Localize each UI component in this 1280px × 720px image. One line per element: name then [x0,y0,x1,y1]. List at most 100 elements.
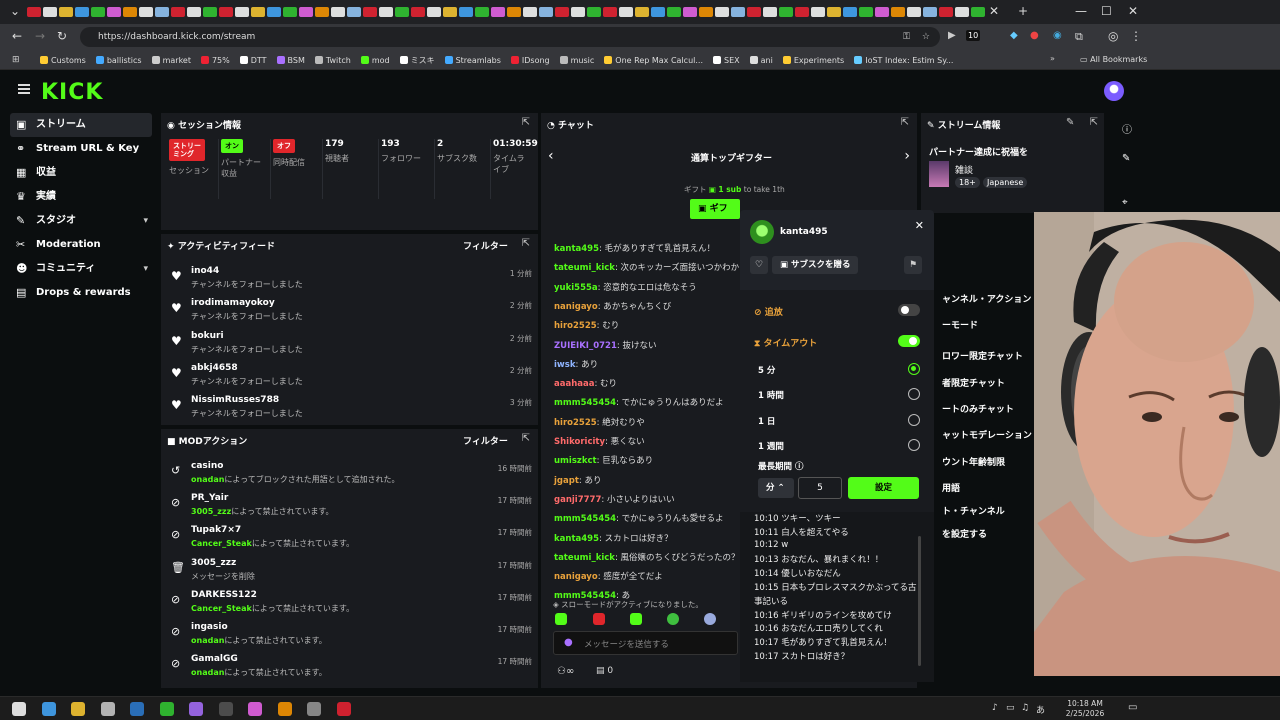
apps-grid-icon[interactable]: ⊞ [12,55,20,65]
back-icon[interactable]: ← [12,29,22,43]
tab-favicon[interactable] [843,7,857,17]
bookmark-item[interactable]: market [151,56,191,65]
follower-name[interactable]: bokuri [191,331,224,341]
emote-icon[interactable] [555,613,567,625]
timeout-option-radio[interactable] [908,363,920,375]
moderator-name[interactable]: onadan [191,475,224,484]
activity-item[interactable]: ♥ abkj4658 チャンネルをフォローしました 2 分前 [171,363,532,391]
forward-icon[interactable]: → [35,29,45,43]
sidebar-item[interactable]: ✎ スタジオ ▾ [10,209,152,233]
tab-favicon[interactable] [763,7,777,17]
tab-favicon[interactable] [635,7,649,17]
tab-favicon[interactable] [299,7,313,17]
tab-favicon[interactable] [971,7,985,17]
unit-select[interactable]: 分 ⌃ [758,478,794,498]
tab-favicon[interactable] [427,7,441,17]
timeout-toggle[interactable] [898,335,920,347]
follower-name[interactable]: irodimamayokoy [191,298,275,308]
tab-favicon[interactable] [603,7,617,17]
tab-favicon[interactable] [523,7,537,17]
tab-favicon[interactable] [475,7,489,17]
tab-favicon[interactable] [907,7,921,17]
profile-icon[interactable]: ◎ [1108,29,1118,43]
tab-favicon[interactable] [267,7,281,17]
close-tab-icon[interactable]: ✕ [989,4,999,18]
minimize-icon[interactable]: — [1075,4,1087,18]
chat-username[interactable]: nanigayo [554,572,598,582]
key-icon[interactable]: ⚿ [903,27,910,47]
channel-action-item[interactable]: ャンネル・アクション [942,292,1031,305]
notification-icon[interactable]: ▭ [1128,702,1137,713]
chat-message[interactable]: tateumi_kick: 風俗嬢のちくびどうだったの？ [554,551,740,563]
close-icon[interactable]: ✕ [915,219,924,232]
sidebar-item[interactable]: ▤ Drops & rewards [10,281,152,305]
more-bookmarks-icon[interactable]: » [1050,54,1055,63]
emote-icon[interactable] [593,613,605,625]
tab-favicon[interactable] [491,7,505,17]
tab-favicon[interactable] [891,7,905,17]
channel-action-item[interactable]: ャットモデレーション [942,428,1032,441]
popout-icon[interactable]: ⇱ [522,117,530,128]
chat-message[interactable]: nanigayo: あかちゃんちくび [554,300,671,312]
tab-favicon[interactable] [43,7,57,17]
tab-favicon[interactable] [571,7,585,17]
tab-favicon[interactable] [875,7,889,17]
tab-favicon[interactable] [539,7,553,17]
infinity-icon[interactable]: ⚇∞ [557,666,574,677]
sidebar-item[interactable]: ♛ 実績 [10,185,152,209]
channel-action-item[interactable]: ウント年齢制限 [942,455,1005,468]
kick-logo[interactable]: KICK [41,80,103,105]
popout-icon[interactable]: ⇱ [522,238,530,249]
tab-favicon[interactable] [75,7,89,17]
tab-favicon[interactable] [923,7,937,17]
reload-icon[interactable]: ↻ [57,29,67,43]
gift-button[interactable]: ▣ ギフ [690,199,740,219]
timeout-option-radio[interactable] [908,438,920,451]
chat-message[interactable]: yuki555a: 恣意的なエロは危なそう [554,281,697,293]
chat-username[interactable]: ZUIEIKI_0721 [554,341,617,351]
bookmark-item[interactable]: ミスキ [399,55,435,66]
tab-search-icon[interactable]: ⌄ [10,4,20,18]
prev-arrow-icon[interactable]: ‹ [548,148,554,164]
chevron-down-icon[interactable]: ▾ [143,257,148,281]
mod-action-item[interactable]: ⊘ Tupak7×7 Cancer_Steakによって禁止されています。 17 時間前 [171,525,532,553]
mic-tray-icon[interactable]: ♪ [992,703,998,713]
tab-favicon[interactable] [667,7,681,17]
extension-icon[interactable]: ▶ [948,30,956,41]
maximize-icon[interactable]: ☐ [1101,4,1112,18]
tab-favicon[interactable] [651,7,665,17]
chat-username[interactable]: jgapt [554,476,579,486]
mod-target-name[interactable]: GamalGG [191,654,238,664]
mod-action-item[interactable]: ⊘ DARKESS122 Cancer_Steakによって禁止されています。 17 時… [171,590,532,618]
tab-favicon[interactable] [443,7,457,17]
window-close-icon[interactable]: ✕ [1128,4,1138,18]
channel-action-item[interactable]: 用語 [942,481,960,494]
gift-sub-button[interactable]: ▣ サブスクを贈る [772,256,858,274]
channel-action-item[interactable]: を設定する [942,527,987,540]
tab-favicon[interactable] [811,7,825,17]
bookmark-item[interactable]: Twitch [314,56,351,65]
mic-icon[interactable]: ● [564,637,573,648]
tab-favicon[interactable] [27,7,41,17]
browser-menu-icon[interactable]: ⋮ [1130,29,1142,43]
mod-action-item[interactable]: 🗑 3005_zzz メッセージを削除 17 時間前 [171,558,532,586]
tab-favicon[interactable] [955,7,969,17]
extensions-puzzle-icon[interactable]: ⧉ [1075,30,1083,44]
popout-icon[interactable]: ⇱ [901,117,909,128]
tab-favicon[interactable] [91,7,105,17]
tab-favicon[interactable] [59,7,73,17]
bookmark-star-icon[interactable]: ☆ [922,27,930,47]
sidebar-item[interactable]: ⚭ Stream URL & Key [10,137,152,161]
chat-username[interactable]: kanta495 [554,534,599,544]
tab-favicon[interactable] [123,7,137,17]
mod-filter-button[interactable]: フィルター [463,434,508,447]
tab-favicon[interactable] [235,7,249,17]
tab-favicon[interactable] [315,7,329,17]
follower-name[interactable]: ino44 [191,266,219,276]
tab-favicon[interactable] [459,7,473,17]
chat-username[interactable]: ganji7777 [554,495,601,505]
tab-favicon[interactable] [795,7,809,17]
ime-indicator[interactable]: あ [1036,703,1045,716]
app-icon[interactable] [189,702,203,716]
mod-action-item[interactable]: ⊘ GamalGG onadanによって禁止されています。 17 時間前 [171,654,532,682]
